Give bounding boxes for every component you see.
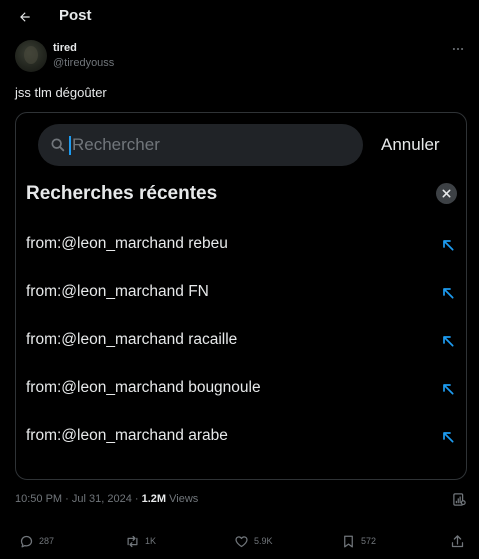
arrow-up-left-icon[interactable]: [440, 429, 456, 445]
recent-searches-title: Recherches récentes: [26, 183, 218, 204]
post-time[interactable]: 10:50 PM: [15, 493, 62, 505]
like-count: 5.9K: [254, 536, 273, 546]
arrow-up-left-icon[interactable]: [440, 237, 456, 253]
recent-search-label: from:@leon_marchand FN: [26, 283, 209, 300]
recent-search-item[interactable]: from:@leon_marchand arabe: [26, 425, 456, 449]
recent-search-item[interactable]: from:@leon_marchand racaille: [26, 329, 456, 353]
close-icon: [442, 189, 451, 198]
author-name[interactable]: tired: [53, 42, 77, 54]
recent-search-item[interactable]: from:@leon_marchand bougnoule: [26, 377, 456, 401]
search-icon: [51, 138, 65, 152]
repost-count: 1K: [145, 536, 157, 546]
separator-dot: ·: [65, 493, 69, 505]
recent-search-label: from:@leon_marchand bougnoule: [26, 379, 261, 396]
share-button[interactable]: [450, 530, 465, 552]
text-caret: [69, 136, 71, 155]
views-label: Views: [169, 493, 199, 505]
arrow-up-left-icon[interactable]: [440, 381, 456, 397]
post-timestamp: 10:50 PM · Jul 31, 2024 · 1.2M Views: [15, 493, 198, 505]
bookmark-icon: [344, 535, 353, 547]
cancel-button[interactable]: Annuler: [381, 135, 440, 155]
analytics-icon[interactable]: [452, 492, 467, 507]
reply-count: 287: [39, 536, 55, 546]
separator-dot: ·: [134, 493, 139, 505]
reply-icon: [20, 535, 33, 547]
back-button[interactable]: [14, 6, 36, 28]
repost-icon: [127, 535, 138, 547]
bookmark-button[interactable]: 572: [341, 530, 376, 552]
arrow-up-left-icon[interactable]: [440, 285, 456, 301]
page-title: Post: [59, 7, 92, 24]
more-button[interactable]: [451, 42, 465, 59]
search-input[interactable]: [72, 124, 352, 166]
avatar[interactable]: [15, 40, 47, 72]
action-bar: 287 1K 5.9K 572: [0, 530, 479, 552]
reply-button[interactable]: 287: [19, 530, 54, 552]
author-handle[interactable]: @tiredyouss: [53, 57, 114, 69]
recent-search-label: from:@leon_marchand racaille: [26, 331, 238, 348]
top-bar: Post: [0, 0, 479, 34]
repost-button[interactable]: 1K: [125, 530, 156, 552]
clear-recent-button[interactable]: [436, 183, 457, 204]
like-button[interactable]: 5.9K: [234, 530, 273, 552]
post-date[interactable]: Jul 31, 2024: [72, 493, 132, 505]
more-horizontal-icon: [452, 47, 464, 51]
share-icon: [451, 534, 464, 547]
post-author: tired @tiredyouss: [15, 40, 465, 74]
recent-search-label: from:@leon_marchand rebeu: [26, 235, 228, 252]
tweet-text: jss tlm dégoûter: [15, 85, 107, 100]
recent-search-item[interactable]: from:@leon_marchand FN: [26, 281, 456, 305]
heart-icon: [235, 535, 248, 547]
arrow-up-left-icon[interactable]: [440, 333, 456, 349]
search-bar[interactable]: [38, 124, 363, 166]
views-count: 1.2M: [141, 493, 167, 505]
recent-search-label: from:@leon_marchand arabe: [26, 427, 228, 444]
bookmark-count: 572: [361, 536, 377, 546]
recent-search-item[interactable]: from:@leon_marchand rebeu: [26, 233, 456, 257]
media-image[interactable]: Annuler Recherches récentes from:@leon_m…: [15, 112, 467, 480]
arrow-left-icon: [20, 12, 30, 22]
